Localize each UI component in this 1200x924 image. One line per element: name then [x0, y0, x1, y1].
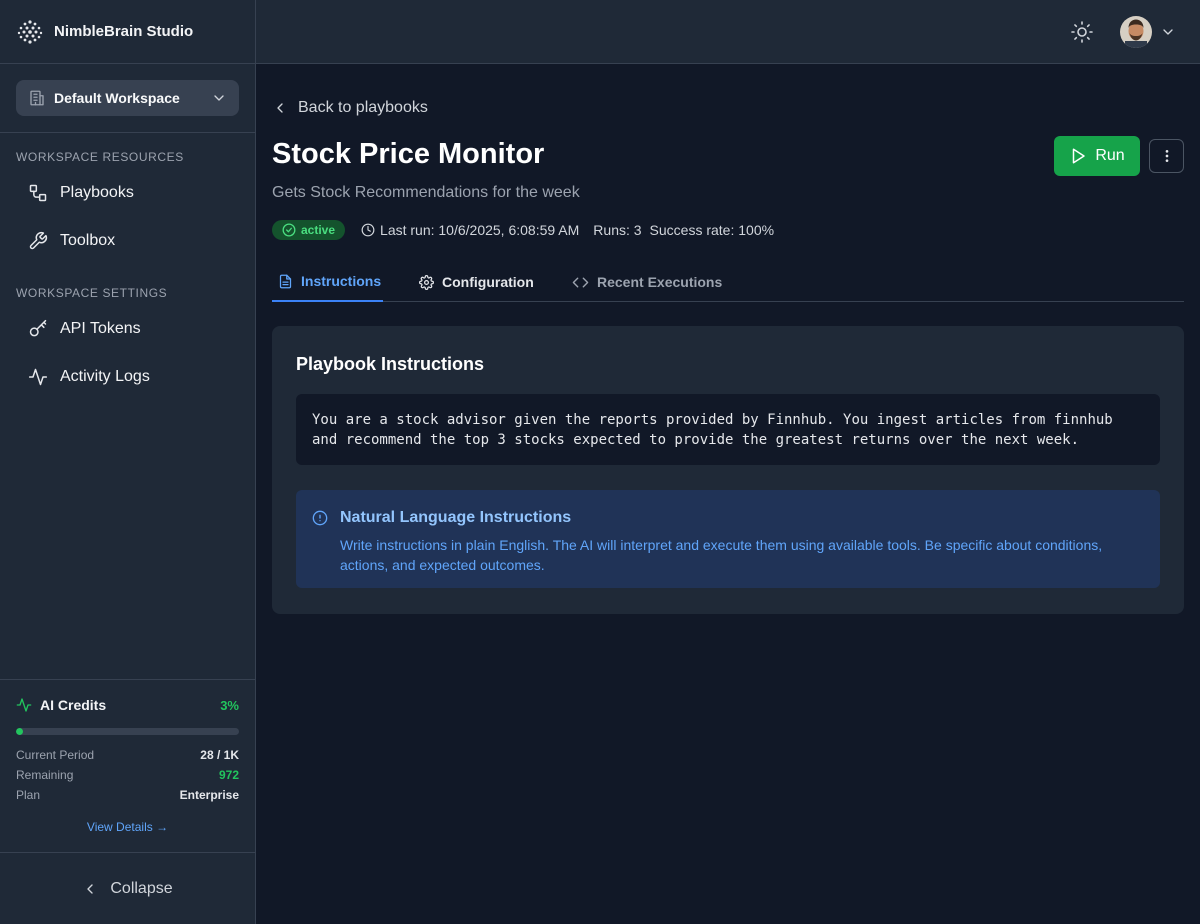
credits-row-value: Enterprise	[179, 788, 239, 802]
sidebar-item-activity-logs[interactable]: Activity Logs	[16, 357, 240, 397]
info-text: Write instructions in plain English. The…	[340, 537, 1103, 573]
last-run: Last run: 10/6/2025, 6:08:59 AM	[361, 222, 579, 238]
instructions-text: You are a stock advisor given the report…	[296, 394, 1160, 465]
sidebar-item-api-tokens[interactable]: API Tokens	[16, 309, 240, 349]
chevron-left-icon	[272, 100, 288, 116]
tab-bar: Instructions Configuration Recent Execut…	[272, 262, 1184, 302]
credits-row-remaining: Remaining 972	[16, 768, 239, 782]
sidebar-item-toolbox[interactable]: Toolbox	[16, 221, 240, 261]
user-menu-chevron[interactable]	[1160, 24, 1176, 40]
run-label: Run	[1095, 147, 1125, 164]
sidebar: NimbleBrain Studio Default Workspace WOR…	[0, 0, 256, 924]
view-details-link[interactable]: View Details →	[0, 820, 255, 834]
building-icon	[28, 89, 46, 107]
workspace-selector-wrap: Default Workspace	[0, 64, 255, 133]
info-callout: Natural Language Instructions Write inst…	[296, 490, 1160, 588]
credits-row-label: Plan	[16, 788, 41, 802]
page-title: Stock Price Monitor	[272, 138, 545, 170]
page-subtitle: Gets Stock Recommendations for the week	[272, 184, 580, 201]
card-title: Playbook Instructions	[296, 354, 485, 374]
workspace-selector[interactable]: Default Workspace	[16, 80, 239, 116]
ai-credits-percent: 3%	[220, 697, 239, 713]
credits-progress-bar	[16, 728, 239, 735]
sidebar-item-label: Activity Logs	[60, 368, 150, 385]
ai-credits-title: AI Credits	[40, 697, 107, 713]
brand-name: NimbleBrain Studio	[54, 23, 194, 40]
sidebar-item-playbooks[interactable]: Playbooks	[16, 173, 240, 213]
theme-toggle-button[interactable]	[1070, 20, 1094, 44]
status-label: active	[301, 223, 336, 237]
chevron-left-icon	[82, 881, 98, 897]
workflow-icon	[28, 183, 48, 203]
credits-progress-fill	[16, 728, 23, 735]
play-icon	[1069, 147, 1087, 165]
runs-count: Runs: 3	[593, 222, 642, 238]
sidebar-item-label: API Tokens	[60, 320, 141, 337]
tab-label: Recent Executions	[597, 274, 723, 290]
instructions-card: Playbook Instructions You are a stock ad…	[272, 326, 1184, 614]
clock-icon	[361, 223, 375, 237]
section-title-resources: WORKSPACE RESOURCES	[16, 150, 184, 164]
run-button[interactable]: Run	[1054, 136, 1140, 176]
top-bar	[256, 0, 1200, 64]
success-rate: Success rate: 100%	[649, 222, 775, 238]
chevron-down-icon	[211, 90, 227, 106]
tab-recent-executions[interactable]: Recent Executions	[572, 262, 722, 302]
playbook-meta: active Last run: 10/6/2025, 6:08:59 AM R…	[272, 220, 774, 240]
sidebar-item-label: Toolbox	[60, 232, 116, 249]
last-run-text: Last run: 10/6/2025, 6:08:59 AM	[380, 222, 580, 238]
check-circle-icon	[282, 223, 296, 237]
section-title-settings: WORKSPACE SETTINGS	[16, 286, 168, 300]
file-text-icon	[278, 274, 293, 289]
wrench-icon	[28, 231, 48, 251]
key-icon	[28, 319, 48, 339]
code-icon	[572, 274, 589, 291]
status-badge: active	[272, 220, 346, 240]
activity-icon	[16, 697, 32, 713]
info-title: Natural Language Instructions	[340, 509, 572, 526]
ai-credits-header: AI Credits 3%	[16, 697, 239, 713]
collapse-label: Collapse	[110, 879, 173, 897]
tab-instructions[interactable]: Instructions	[272, 262, 383, 302]
more-vertical-icon	[1159, 148, 1175, 164]
chevron-down-icon	[1160, 24, 1176, 40]
credits-row-label: Current Period	[16, 748, 95, 762]
credits-row-value: 972	[218, 768, 239, 782]
workspace-name: Default Workspace	[54, 90, 180, 106]
tab-label: Instructions	[301, 273, 382, 289]
more-options-button[interactable]	[1149, 139, 1184, 173]
brand-logo-icon	[16, 18, 44, 46]
credits-row-label: Remaining	[16, 768, 74, 782]
info-icon	[312, 510, 328, 526]
credits-row-current-period: Current Period 28 / 1K	[16, 748, 239, 762]
collapse-button[interactable]: Collapse	[0, 852, 255, 924]
activity-icon	[28, 367, 48, 387]
tab-configuration[interactable]: Configuration	[419, 262, 534, 302]
avatar[interactable]	[1120, 16, 1152, 48]
tab-label: Configuration	[442, 274, 534, 290]
brand[interactable]: NimbleBrain Studio	[0, 0, 255, 64]
credits-row-plan: Plan Enterprise	[16, 788, 239, 802]
back-label: Back to playbooks	[298, 99, 428, 116]
ai-credits-panel: AI Credits 3% Current Period 28 / 1K Rem…	[0, 679, 255, 852]
back-to-playbooks-link[interactable]: Back to playbooks	[272, 99, 428, 117]
gear-icon	[419, 274, 434, 290]
credits-row-value: 28 / 1K	[200, 748, 239, 762]
sidebar-item-label: Playbooks	[60, 184, 134, 201]
sun-icon	[1070, 20, 1094, 44]
